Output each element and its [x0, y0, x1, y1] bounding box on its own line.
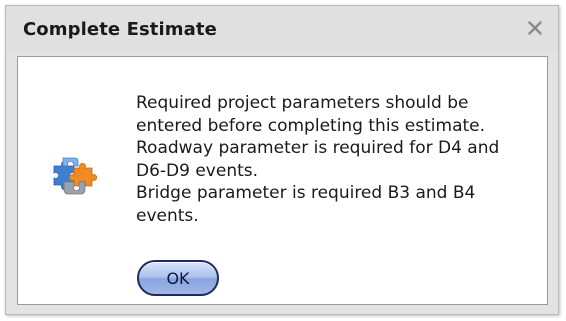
message-line: events. — [136, 205, 199, 226]
puzzle-pieces-icon — [53, 157, 97, 195]
ok-button[interactable]: OK — [137, 260, 219, 296]
dialog-titlebar: Complete Estimate — [6, 6, 558, 53]
message-line: Bridge parameter is required B3 and B4 — [136, 183, 476, 203]
message-line: entered before completing this estimate. — [136, 115, 486, 136]
dialog-title: Complete Estimate — [23, 19, 217, 40]
dialog-content: Required project parameters should be en… — [17, 56, 548, 305]
message-line: Required project parameters should be — [136, 93, 469, 113]
complete-estimate-dialog: Complete Estimate Required project param… — [5, 5, 559, 315]
message-line: D6-D9 events. — [136, 160, 259, 181]
message-line: Roadway parameter is required for D4 and — [136, 138, 500, 158]
close-icon — [528, 21, 542, 35]
close-button[interactable] — [522, 15, 548, 41]
dialog-message: Required project parameters should be en… — [136, 92, 536, 227]
